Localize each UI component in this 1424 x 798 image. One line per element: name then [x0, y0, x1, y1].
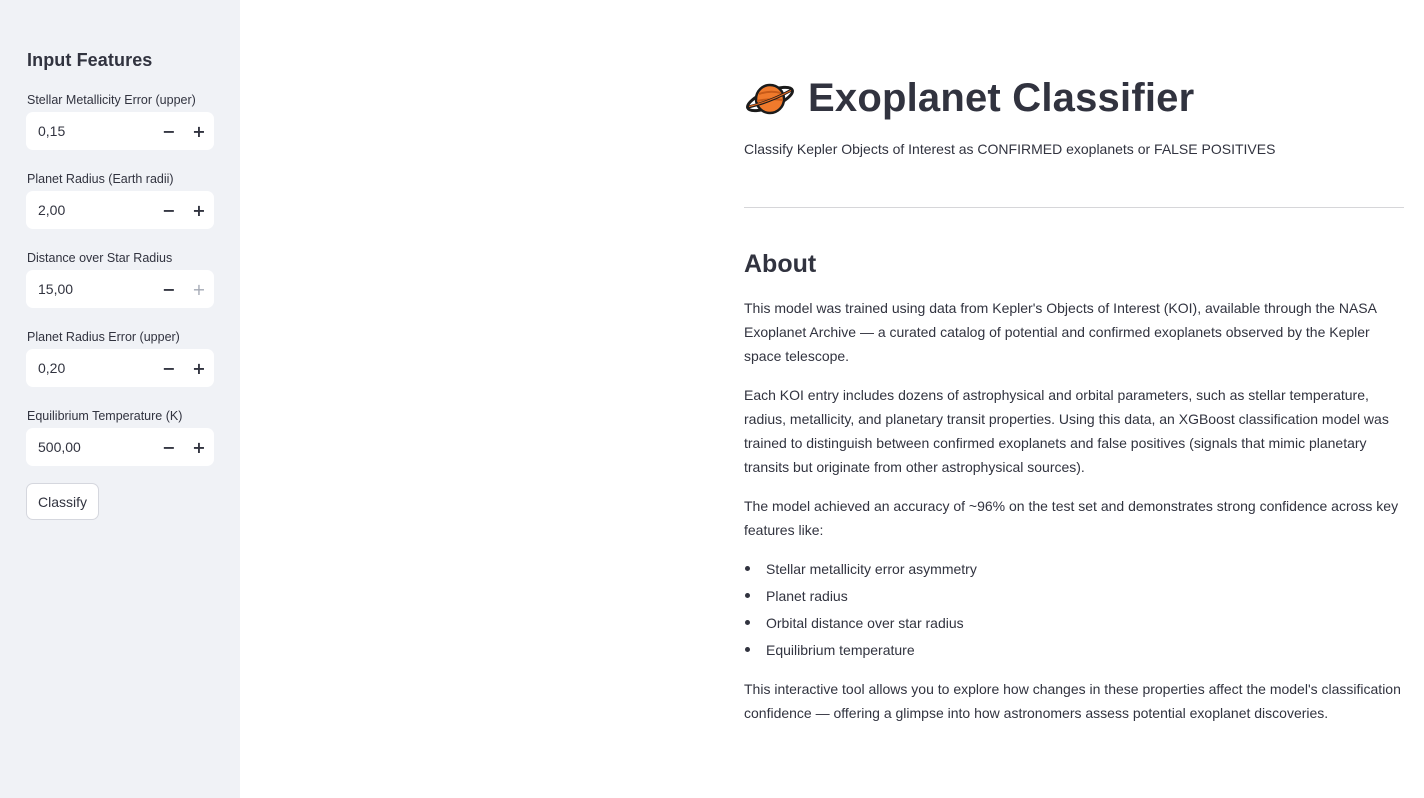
field-label: Planet Radius Error (upper)	[27, 330, 180, 344]
field-planet-radius: Planet Radius (Earth radii) 2,00 − +	[26, 171, 214, 229]
about-paragraph: This interactive tool allows you to expl…	[744, 681, 1401, 721]
equilibrium-temperature-input[interactable]: 500,00 − +	[26, 428, 214, 466]
decrement-button[interactable]: −	[154, 349, 184, 387]
input-value[interactable]: 0,20	[26, 360, 154, 376]
field-planet-radius-error: Planet Radius Error (upper) 0,20 − +	[26, 329, 214, 387]
about-heading: About	[744, 250, 817, 278]
distance-over-star-radius-input[interactable]: 15,00 − +	[26, 270, 214, 308]
input-value[interactable]: 15,00	[26, 281, 154, 297]
about-paragraph: Each KOI entry includes dozens of astrop…	[744, 387, 1389, 475]
planet-radius-input[interactable]: 2,00 − +	[26, 191, 214, 229]
stellar-metallicity-error-input[interactable]: 0,15 − +	[26, 112, 214, 150]
list-item: Planet radius	[744, 584, 1404, 611]
app: Input Features Stellar Metallicity Error…	[0, 0, 1424, 798]
input-value[interactable]: 0,15	[26, 123, 154, 139]
decrement-button[interactable]: −	[154, 428, 184, 466]
increment-button[interactable]: +	[184, 349, 214, 387]
list-item: Stellar metallicity error asymmetry	[744, 557, 1404, 584]
ringed-planet-icon	[744, 72, 796, 124]
divider	[744, 207, 1404, 208]
about-paragraph: The model achieved an accuracy of ~96% o…	[744, 498, 1399, 538]
sidebar-title: Input Features	[27, 50, 153, 70]
list-item: Equilibrium temperature	[744, 638, 1404, 665]
page-header: Exoplanet Classifier	[744, 72, 1194, 124]
field-label: Distance over Star Radius	[27, 251, 173, 265]
classify-button[interactable]: Classify	[26, 483, 100, 520]
input-value[interactable]: 2,00	[26, 202, 154, 218]
planet-radius-error-input[interactable]: 0,20 − +	[26, 349, 214, 387]
page-subtitle: Classify Kepler Objects of Interest as C…	[744, 141, 1276, 157]
increment-button[interactable]: +	[184, 112, 214, 150]
field-label: Planet Radius (Earth radii)	[27, 172, 174, 186]
input-value[interactable]: 500,00	[26, 439, 154, 455]
increment-button[interactable]: +	[184, 191, 214, 229]
field-stellar-metallicity-error: Stellar Metallicity Error (upper) 0,15 −…	[26, 92, 214, 150]
field-label: Equilibrium Temperature (K)	[27, 409, 183, 423]
field-equilibrium-temperature: Equilibrium Temperature (K) 500,00 − +	[26, 408, 214, 466]
sidebar: Input Features Stellar Metallicity Error…	[0, 0, 240, 798]
decrement-button[interactable]: −	[154, 191, 184, 229]
decrement-button[interactable]: −	[154, 112, 184, 150]
list-item: Orbital distance over star radius	[744, 611, 1404, 638]
decrement-button[interactable]: −	[154, 270, 184, 308]
field-label: Stellar Metallicity Error (upper)	[27, 93, 196, 107]
increment-button[interactable]: +	[184, 270, 214, 308]
feature-list: Stellar metallicity error asymmetry Plan…	[744, 557, 1404, 665]
field-distance-over-star-radius: Distance over Star Radius 15,00 − +	[26, 250, 214, 308]
about-paragraph: This model was trained using data from K…	[744, 300, 1377, 364]
increment-button[interactable]: +	[184, 428, 214, 466]
page-title: Exoplanet Classifier	[808, 75, 1195, 120]
